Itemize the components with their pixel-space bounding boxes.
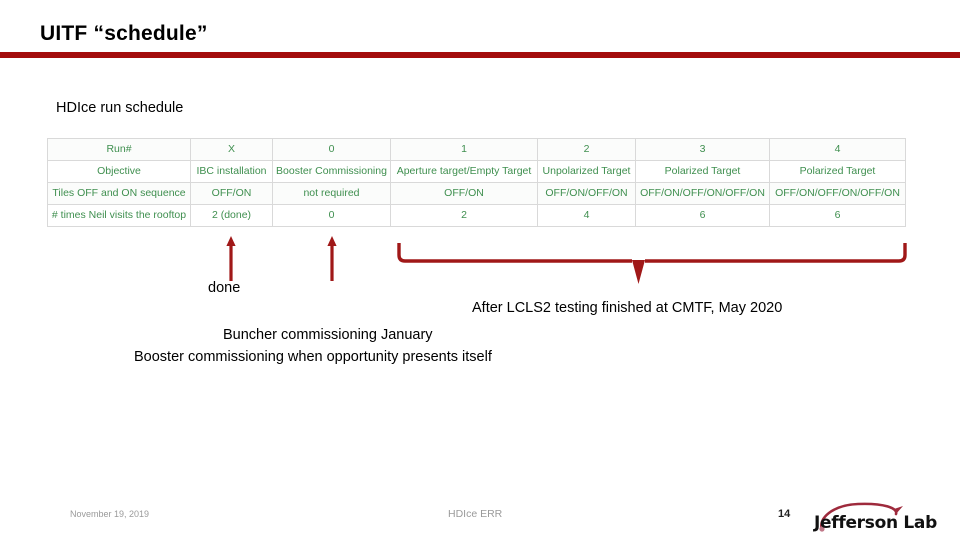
jefferson-lab-wordmark: Jefferson Lab: [814, 513, 937, 533]
jefferson-lab-logo: Jefferson Lab: [814, 502, 938, 536]
table-row: Run# X 0 1 2 3 4: [47, 138, 906, 161]
table-cell: 1: [390, 138, 538, 161]
table-cell: OFF/ON: [190, 182, 273, 205]
title-divider-rule: [0, 52, 960, 58]
table-cell: X: [190, 138, 273, 161]
table-cell: 3: [635, 138, 770, 161]
callout-overlay: [226, 236, 907, 284]
table-cell: 6: [635, 204, 770, 227]
table-cell: 6: [769, 204, 906, 227]
table-cell: 2: [390, 204, 538, 227]
table-cell: OFF/ON: [390, 182, 538, 205]
table-cell: OFF/ON/OFF/ON/OFF/ON: [769, 182, 906, 205]
table-row: Objective IBC installation Booster Commi…: [47, 160, 906, 183]
table-cell: 4: [769, 138, 906, 161]
table-cell: Polarized Target: [769, 160, 906, 183]
table-cell: 2: [537, 138, 636, 161]
annotation-buncher: Buncher commissioning January: [223, 327, 433, 343]
table-cell: 2 (done): [190, 204, 273, 227]
footer-date: November 19, 2019: [70, 509, 150, 519]
table-cell: 4: [537, 204, 636, 227]
grouping-bracket: [397, 243, 907, 284]
table-cell: not required: [272, 182, 391, 205]
table-row: # times Neil visits the rooftop 2 (done)…: [47, 204, 906, 227]
row-label: # times Neil visits the rooftop: [47, 204, 191, 227]
annotation-booster: Booster commissioning when opportunity p…: [134, 349, 492, 365]
table-cell: OFF/ON/OFF/ON/OFF/ON: [635, 182, 770, 205]
table-cell: Unpolarized Target: [537, 160, 636, 183]
table-cell: Aperture target/Empty Target: [390, 160, 538, 183]
page-number: 14: [778, 508, 791, 520]
table-cell: IBC installation: [190, 160, 273, 183]
row-label: Objective: [47, 160, 191, 183]
table-cell: 0: [272, 138, 391, 161]
up-arrow-icon-done: [226, 236, 236, 281]
footer-event-name: HDIce ERR: [448, 508, 503, 520]
annotation-done: done: [208, 280, 241, 296]
hdice-run-schedule-table: Run# X 0 1 2 3 4 Objective IBC installat…: [47, 138, 906, 227]
up-arrow-icon-buncher: [327, 236, 337, 281]
table-cell: OFF/ON/OFF/ON: [537, 182, 636, 205]
table-cell: Polarized Target: [635, 160, 770, 183]
row-label: Tiles OFF and ON sequence: [47, 182, 191, 205]
table-row: Tiles OFF and ON sequence OFF/ON not req…: [47, 182, 906, 205]
table-cell: Booster Commissioning: [272, 160, 391, 183]
section-caption: HDIce run schedule: [56, 100, 184, 116]
page-title: UITF “schedule”: [40, 22, 208, 45]
annotation-lcls2: After LCLS2 testing finished at CMTF, Ma…: [472, 300, 783, 316]
row-label: Run#: [47, 138, 191, 161]
table-cell: 0: [272, 204, 391, 227]
